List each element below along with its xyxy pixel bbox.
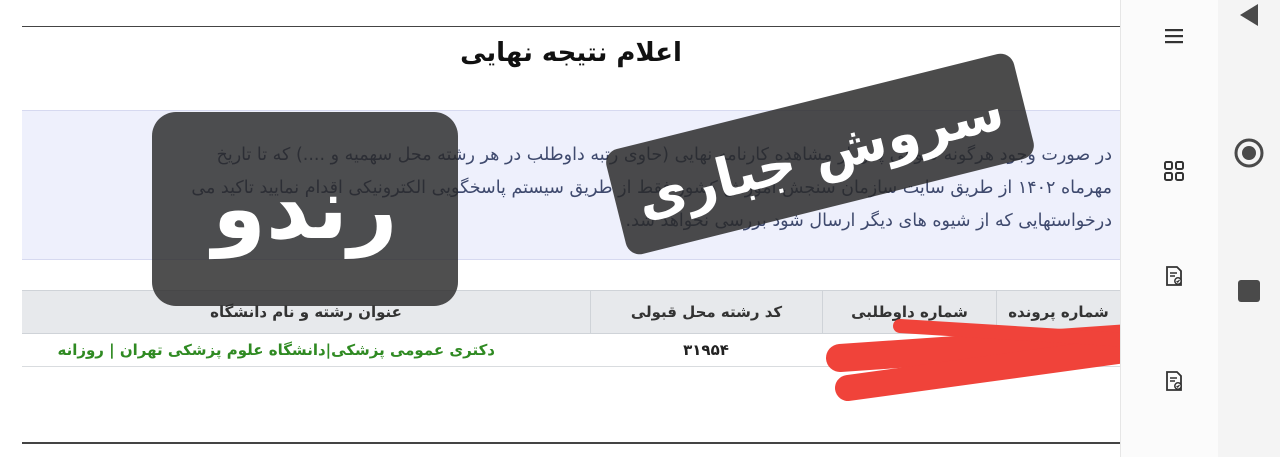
document-check-icon[interactable] bbox=[1163, 265, 1185, 287]
table-row: ۱۴۳۴۷ ۳۱۹۵۴ دکتری عمومی پزشکی|دانشگاه عل… bbox=[22, 334, 1120, 367]
watermark-stamp: رندو bbox=[152, 112, 458, 306]
cell-field-code: ۳۱۹۵۴ bbox=[683, 341, 729, 359]
home-icon[interactable] bbox=[1232, 136, 1266, 170]
divider bbox=[22, 26, 1120, 27]
app-sidebar bbox=[1120, 0, 1218, 457]
cell-candidate-number: ۱۴۳۴۷ bbox=[886, 341, 932, 359]
cell-field-title: دکتری عمومی پزشکی|دانشگاه علوم پزشکی تهر… bbox=[57, 341, 495, 359]
cell-case-number bbox=[996, 334, 1120, 366]
header-candidate-number: شماره داوطلبی bbox=[822, 291, 996, 333]
recents-icon[interactable] bbox=[1232, 274, 1266, 308]
document-check-icon[interactable] bbox=[1163, 370, 1185, 392]
header-case-number: شماره پرونده bbox=[996, 291, 1120, 333]
grid-icon[interactable] bbox=[1163, 160, 1185, 182]
system-navigation-bar bbox=[1218, 0, 1280, 457]
divider bbox=[22, 442, 1120, 444]
header-field-code: کد رشته محل قبولی bbox=[590, 291, 822, 333]
menu-icon[interactable] bbox=[1163, 25, 1185, 47]
back-icon[interactable] bbox=[1232, 0, 1266, 34]
